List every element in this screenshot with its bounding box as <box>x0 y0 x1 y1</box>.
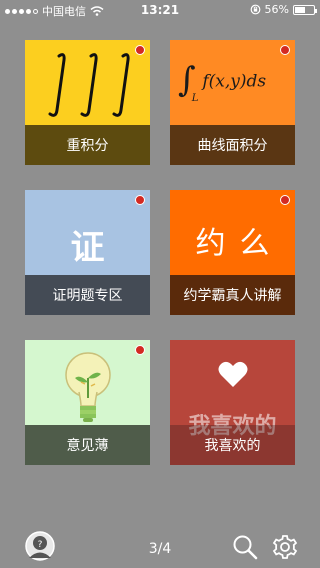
tile-label: 意见薄 <box>25 425 150 465</box>
notification-badge <box>135 45 145 55</box>
search-icon[interactable] <box>232 534 258 560</box>
formula-subscript: L <box>191 92 199 104</box>
status-bar: 中国电信 13:21 56% <box>0 0 320 20</box>
notification-badge <box>135 195 145 205</box>
gear-icon[interactable] <box>272 534 298 560</box>
tile-label: 重积分 <box>25 125 150 165</box>
formula-text: f(x,y)ds <box>202 71 267 92</box>
tile-label: 证明题专区 <box>25 275 150 315</box>
battery-percentage: 56% <box>264 3 289 16</box>
triple-integral-icon <box>48 53 130 117</box>
notification-badge <box>280 195 290 205</box>
tile-favorites[interactable]: 我喜欢的 我喜欢的 <box>170 340 295 465</box>
orientation-lock-icon <box>250 4 260 15</box>
lightbulb-icon <box>65 352 111 422</box>
notification-badge <box>135 345 145 355</box>
tile-label: 曲线面积分 <box>170 125 295 165</box>
tile-label: 约学霸真人讲解 <box>170 275 295 315</box>
tile-multiple-integrals[interactable]: 重积分 <box>25 40 150 165</box>
tile-feedback[interactable]: 意见薄 <box>25 340 150 465</box>
tile-line-surface-integrals[interactable]: ∫Lf(x,y)ds 曲线面积分 <box>170 40 295 165</box>
heart-icon <box>218 361 248 387</box>
meetup-characters-icon: 约么 <box>195 226 284 261</box>
notification-badge <box>280 45 290 55</box>
tile-label: 我喜欢的 <box>170 425 295 465</box>
battery-icon <box>293 4 317 15</box>
line-integral-icon: ∫Lf(x,y)ds <box>178 60 267 104</box>
tile-tutor-explanations[interactable]: 约么 约学霸真人讲解 <box>170 190 295 315</box>
tile-proof-problems[interactable]: 证 证明题专区 <box>25 190 150 315</box>
proof-character-icon: 证 <box>70 228 105 268</box>
